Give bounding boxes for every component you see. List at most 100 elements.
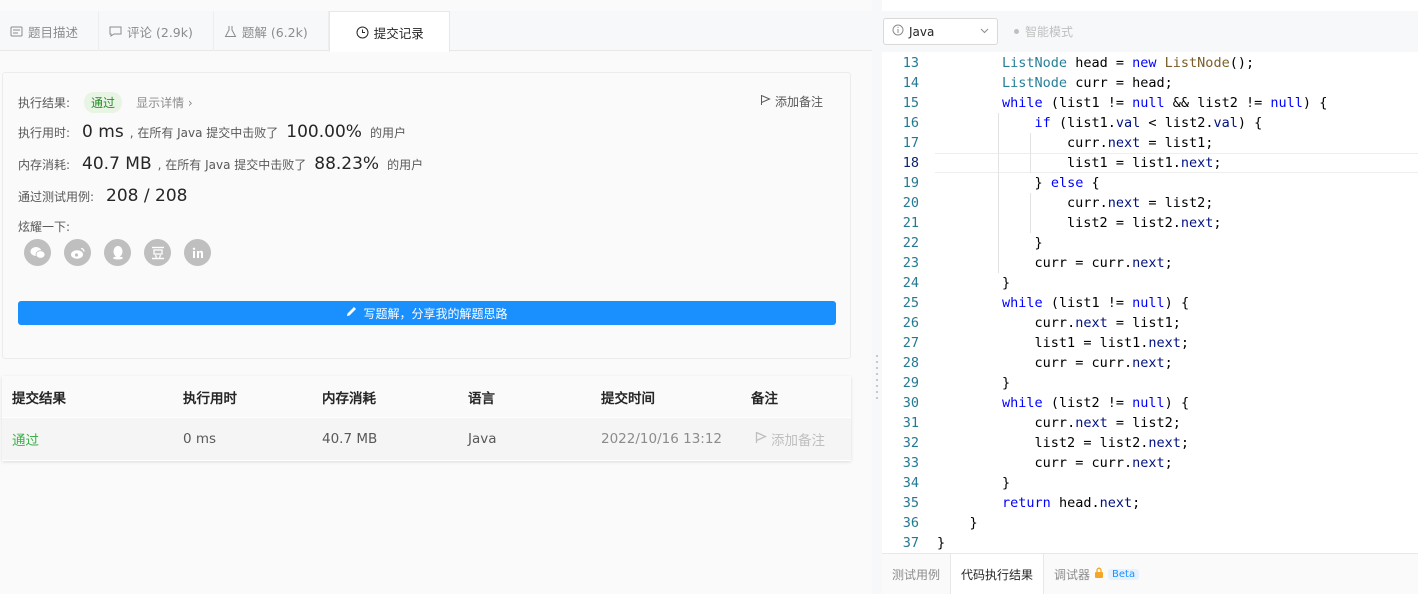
show-details-link[interactable]: 显示详情 › [136, 94, 193, 111]
problem-tabs: 题目描述 评论 (2.9k) 题解 (6.2k) 提交记录 [0, 11, 872, 52]
weibo-icon[interactable] [64, 239, 91, 266]
tab-debugger[interactable]: 调试器 Beta [1044, 554, 1149, 594]
tab-testcase[interactable]: 测试用例 [882, 554, 950, 594]
tab-description[interactable]: 题目描述 [0, 11, 100, 51]
line-number: 34 [902, 475, 919, 491]
code-line[interactable]: list1 = list1.next; [937, 153, 1222, 173]
share-icons [24, 239, 211, 266]
code-line[interactable]: return head.next; [937, 493, 1140, 513]
line-number: 35 [902, 495, 919, 511]
code-line[interactable]: curr.next = list1; [937, 313, 1181, 333]
comment-icon [109, 25, 122, 38]
line-number: 26 [902, 315, 919, 331]
line-number: 29 [902, 375, 919, 391]
line-number: 14 [902, 75, 919, 91]
code-line[interactable]: list2 = list2.next; [937, 213, 1222, 233]
code-line[interactable]: curr.next = list2; [937, 413, 1181, 433]
write-solution-button[interactable]: 写题解，分享我的解题思路 [18, 301, 836, 325]
line-number: 22 [902, 235, 919, 251]
code-editor[interactable]: 13 ListNode head = new ListNode(); 14 Lis… [882, 53, 1418, 553]
code-line[interactable]: } [937, 473, 1010, 493]
language-select[interactable]: Java [883, 18, 998, 45]
write-solution-label: 写题解，分享我的解题思路 [363, 306, 508, 321]
code-line[interactable]: } [937, 233, 1043, 253]
row-add-note-button[interactable]: 添加备注 [755, 429, 825, 449]
tab-debugger-label: 调试器 [1054, 567, 1091, 582]
editor-toolbar: Java 智能模式 [882, 11, 1418, 52]
tab-run-result-label: 代码执行结果 [961, 567, 1034, 582]
code-line[interactable]: } [937, 513, 978, 533]
qq-icon[interactable] [104, 239, 131, 266]
tab-solutions-label: 题解 (6.2k) [241, 24, 308, 40]
line-number: 18 [902, 155, 919, 171]
code-line[interactable]: curr.next = list2; [937, 193, 1213, 213]
code-line[interactable]: list1 = list1.next; [937, 333, 1190, 353]
runtime-row: 执行用时: 0 ms , 在所有 Java 提交中击败了 100.00% 的用户 [18, 122, 406, 142]
code-line[interactable]: curr.next = list1; [937, 133, 1213, 153]
tab-solutions[interactable]: 题解 (6.2k) [214, 11, 329, 51]
smart-mode-label: 智能模式 [1025, 25, 1074, 39]
runtime-value: 0 ms [82, 122, 124, 142]
code-line[interactable]: } else { [937, 173, 1100, 193]
tests-value: 208 / 208 [106, 186, 188, 206]
wechat-icon[interactable] [24, 239, 51, 266]
code-line[interactable]: curr = curr.next; [937, 453, 1173, 473]
tests-row: 通过测试用例: 208 / 208 [18, 186, 193, 206]
beta-badge: Beta [1108, 568, 1140, 580]
tab-testcase-label: 测试用例 [892, 567, 941, 582]
line-number: 19 [902, 175, 919, 191]
runtime-text: , 在所有 Java 提交中击败了 [129, 125, 279, 140]
show-details-label: 显示详情 [136, 96, 185, 110]
code-line[interactable]: ListNode head = new ListNode(); [937, 53, 1254, 73]
tab-comments[interactable]: 评论 (2.9k) [99, 11, 214, 51]
code-line[interactable]: while (list1 != null && list2 != null) { [937, 93, 1327, 113]
indent-guide [1030, 193, 1031, 233]
header-note: 备注 [751, 390, 778, 407]
drag-handle-icon[interactable] [876, 355, 878, 403]
add-note-button[interactable]: 添加备注 [760, 93, 823, 110]
code-line[interactable]: ListNode curr = head; [937, 73, 1173, 93]
status-badge: 通过 [84, 92, 123, 113]
code-line[interactable]: } [937, 373, 1010, 393]
row-memory: 40.7 MB [322, 431, 378, 447]
tab-submissions[interactable]: 提交记录 [328, 11, 450, 52]
row-language: Java [468, 431, 497, 447]
tests-label: 通过测试用例: [18, 189, 95, 204]
linkedin-icon[interactable] [184, 239, 211, 266]
line-number: 27 [902, 335, 919, 351]
indent-guide [1030, 133, 1031, 173]
code-line[interactable]: while (list1 != null) { [937, 293, 1189, 313]
tab-run-result[interactable]: 代码执行结果 [950, 553, 1045, 594]
memory-row: 内存消耗: 40.7 MB , 在所有 Java 提交中击败了 88.23% 的… [18, 154, 423, 174]
code-line[interactable]: list2 = list2.next; [937, 433, 1190, 453]
memory-text: , 在所有 Java 提交中击败了 [157, 157, 307, 172]
line-number: 33 [902, 455, 919, 471]
row-time: 2022/10/16 13:12 [601, 431, 723, 447]
left-pane: 题目描述 评论 (2.9k) 题解 (6.2k) 提交记录 执行结果: 通过 显… [0, 0, 872, 594]
table-row[interactable]: 通过 0 ms 40.7 MB Java 2022/10/16 13:12 添加… [2, 418, 851, 460]
tab-description-label: 题目描述 [28, 24, 79, 40]
code-line[interactable]: while (list2 != null) { [937, 393, 1189, 413]
memory-label: 内存消耗: [18, 157, 71, 172]
header-result: 提交结果 [12, 390, 66, 407]
header-runtime: 执行用时 [183, 390, 237, 407]
header-language: 语言 [468, 390, 495, 407]
pane-splitter[interactable] [872, 0, 882, 594]
status-row: 执行结果: 通过 显示详情 › [18, 92, 193, 113]
editor-pane: Java 智能模式 13 ListNode head = new ListNod… [882, 0, 1418, 594]
code-line[interactable]: } [937, 273, 1010, 293]
indent-guide [998, 113, 999, 273]
code-line[interactable]: curr = curr.next; [937, 353, 1173, 373]
line-number: 23 [902, 255, 919, 271]
code-line[interactable]: if (list1.val < list2.val) { [937, 113, 1263, 133]
line-number: 28 [902, 355, 919, 371]
row-result[interactable]: 通过 [12, 429, 39, 449]
smart-mode-toggle[interactable]: 智能模式 [1014, 23, 1073, 40]
code-line[interactable]: } [937, 533, 945, 553]
clock-icon [356, 26, 369, 39]
line-number: 25 [902, 295, 919, 311]
line-number: 31 [902, 415, 919, 431]
code-line[interactable]: curr = curr.next; [937, 253, 1173, 273]
douban-icon[interactable] [144, 239, 171, 266]
tab-submissions-label: 提交记录 [373, 25, 424, 41]
